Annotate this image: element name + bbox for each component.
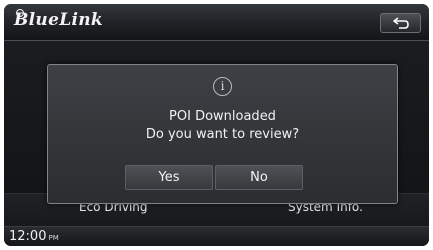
info-icon: i (213, 77, 232, 96)
dialog-message-line2: Do you want to review? (145, 127, 300, 142)
back-button[interactable] (380, 13, 421, 33)
poi-dialog: i POI Downloaded Do you want to review? … (47, 64, 398, 204)
return-arrow-icon (392, 17, 409, 29)
clock-ampm: PM (48, 234, 59, 242)
yes-button[interactable]: Yes (125, 165, 213, 190)
bluelink-logo: BlueLink (14, 9, 103, 30)
dialog-message-line1: POI Downloaded (169, 109, 276, 124)
clock-time: 12:00 (9, 229, 47, 244)
logo-text: BlueLink (14, 10, 103, 30)
main-area: Eco Driving System Info. i POI Downloade… (4, 41, 429, 227)
no-button[interactable]: No (215, 165, 303, 190)
status-bar: 12:00 PM (4, 226, 429, 246)
head-unit-screen: BlueLink Eco Driving System Info. i POI … (4, 4, 429, 246)
title-bar: BlueLink (4, 4, 429, 41)
clock: 12:00 PM (9, 229, 59, 244)
logo-ring-icon (16, 9, 24, 17)
